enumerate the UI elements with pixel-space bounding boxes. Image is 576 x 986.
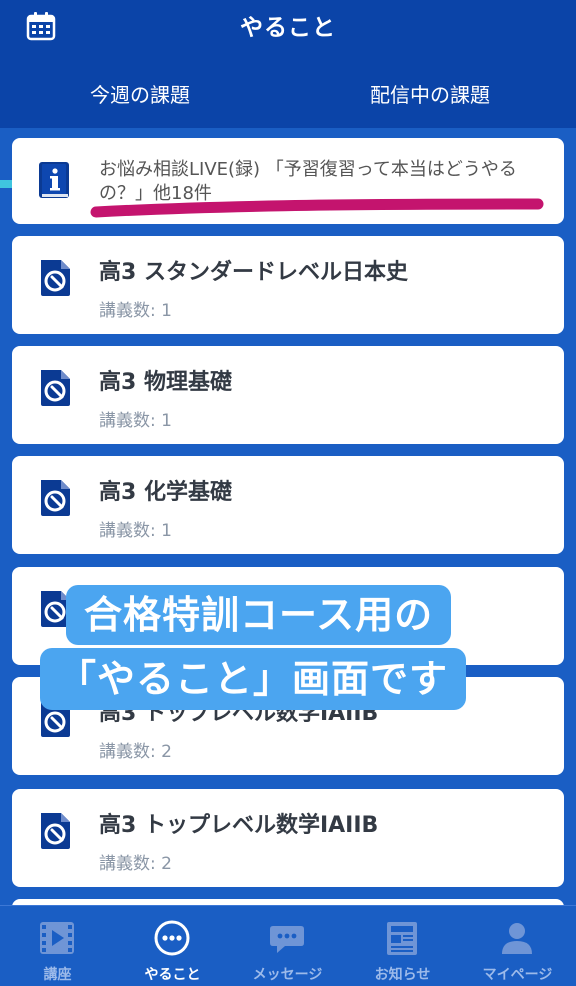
highlight-underline [90, 198, 544, 218]
course-card[interactable]: 高3 化学基礎 講義数: 1 [12, 456, 564, 554]
nav-item-news[interactable]: お知らせ [345, 906, 460, 986]
tab-bar: 今週の課題 配信中の課題 [0, 60, 576, 188]
app-header: やること [0, 0, 576, 60]
nav-item-messages[interactable]: メッセージ [230, 906, 345, 986]
course-card[interactable]: 高3 トップレベル数学IAIIB 講義数: 2 [12, 789, 564, 887]
nav-label-mypage: マイページ [482, 967, 553, 983]
nav-label-news: お知らせ [374, 967, 431, 983]
course-title: 高3 スタンダードレベル日本史 [99, 260, 408, 285]
course-title: 高3 化学基礎 [99, 480, 232, 505]
course-title: 高3 トップレベル数学IAIIB [99, 813, 379, 838]
course-card[interactable]: 高3 スタンダードレベル日本史 講義数: 1 [12, 236, 564, 334]
nav-item-mypage[interactable]: マイページ [460, 906, 575, 986]
person-icon [502, 923, 532, 954]
lecture-count: 講義数: 1 [99, 301, 172, 321]
lecture-document-icon [41, 370, 70, 406]
nav-label-messages: メッセージ [252, 967, 323, 983]
nav-item-todo[interactable]: やること [115, 906, 230, 986]
overlay-caption-line-2: 「やること」画面です [40, 648, 467, 710]
lecture-count: 講義数: 2 [99, 854, 172, 874]
lecture-count: 講義数: 1 [99, 411, 172, 431]
nav-item-courses[interactable]: 講座 [0, 906, 115, 986]
lecture-document-icon [41, 480, 70, 516]
info-card[interactable]: お悩み相談LIVE(録) 「予習復習って本当はどうやるの？」他18件 [12, 138, 564, 224]
lecture-count: 講義数: 1 [99, 521, 172, 541]
tab-streaming[interactable]: 配信中の課題 [290, 60, 570, 128]
nav-label-todo: やること [144, 967, 201, 983]
bottom-nav: 講座 やること メッセージ お知らせ マイページ [0, 905, 576, 986]
course-title: 高3 物理基礎 [99, 370, 232, 395]
newspaper-icon [387, 922, 417, 955]
page-title: やること [240, 15, 336, 41]
tab-this-week[interactable]: 今週の課題 [0, 60, 280, 128]
lecture-document-icon [41, 260, 70, 296]
lecture-count: 講義数: 2 [99, 742, 172, 762]
overlay-caption-line-1: 合格特訓コース用の [66, 585, 452, 645]
lecture-document-icon [41, 813, 70, 849]
video-icon [40, 922, 74, 954]
nav-label-courses: 講座 [43, 967, 72, 983]
chat-icon [270, 926, 304, 953]
info-book-icon [39, 162, 69, 198]
course-card[interactable]: 高3 物理基礎 講義数: 1 [12, 346, 564, 444]
more-dots-icon [154, 920, 190, 956]
